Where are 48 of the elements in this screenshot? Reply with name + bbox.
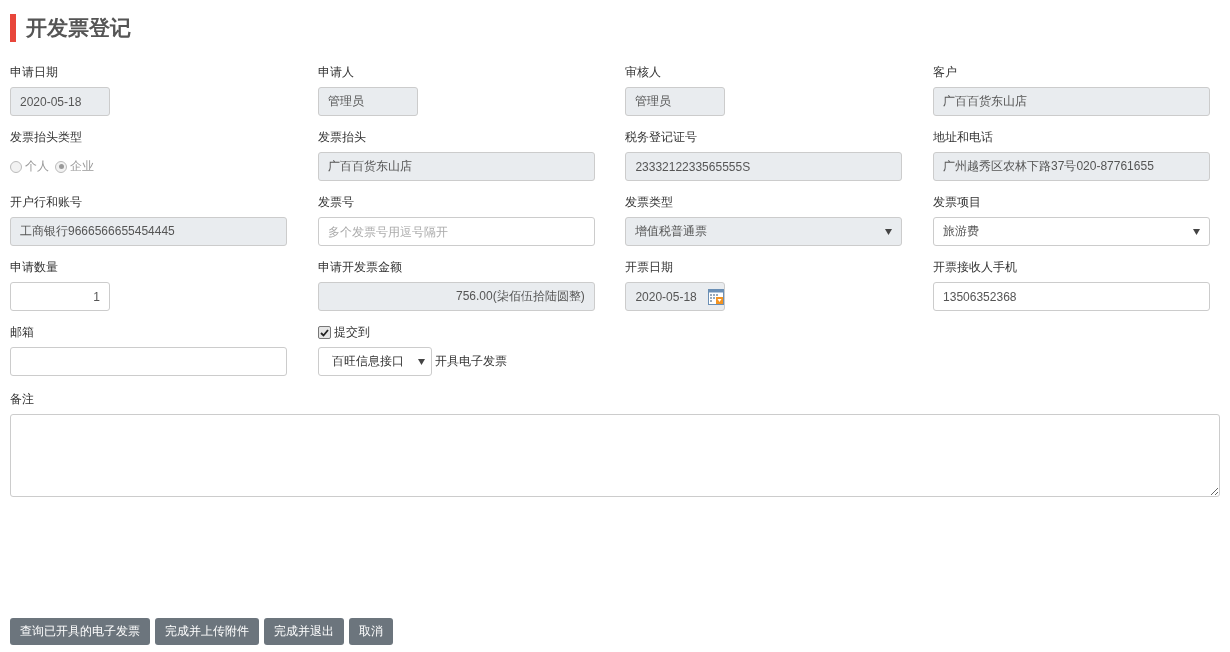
input-field[interactable]: 广州越秀区农林下路37号020-87761655 bbox=[933, 152, 1211, 181]
field-suffix: 开具电子发票 bbox=[434, 354, 507, 369]
field-label: 发票项目 bbox=[933, 195, 983, 210]
action-button[interactable]: 完成并退出 bbox=[264, 618, 344, 645]
field-label: 邮箱 bbox=[10, 325, 35, 340]
input-field[interactable]: 13506352368 bbox=[933, 282, 1211, 311]
field-label: 申请开发票金额 bbox=[317, 260, 403, 275]
field-label: 客户 bbox=[933, 65, 959, 80]
action-button[interactable]: 取消 bbox=[349, 618, 393, 645]
input-field[interactable]: 管理员 bbox=[317, 87, 418, 116]
checkmark-icon bbox=[319, 328, 329, 337]
field-label: 地址和电话 bbox=[933, 130, 995, 145]
input-field[interactable]: 2020-05-18 bbox=[10, 87, 110, 116]
field-label: 申请数量 bbox=[10, 260, 59, 275]
action-button[interactable]: 完成并上传附件 bbox=[155, 618, 259, 645]
checkbox-label: 提交到 bbox=[333, 325, 370, 340]
input-field[interactable]: 工商银行9666566655454445 bbox=[10, 217, 287, 246]
caret-icon bbox=[1193, 228, 1201, 235]
select-field[interactable]: 旅游费 bbox=[933, 217, 1211, 246]
input-field[interactable]: 1 bbox=[10, 282, 110, 311]
select-field[interactable]: 增值税普通票 bbox=[625, 217, 903, 246]
input-field[interactable]: 多个发票号用逗号隔开 bbox=[317, 217, 595, 246]
field-label: 税务登记证号 bbox=[625, 130, 699, 145]
checkbox[interactable] bbox=[317, 326, 331, 339]
field-label: 备注 bbox=[10, 392, 35, 407]
field-label: 发票抬头 bbox=[317, 130, 367, 145]
input-field[interactable]: 756.00(柒佰伍拾陆圆整) bbox=[317, 282, 595, 311]
field-label: 申请人 bbox=[317, 65, 355, 80]
action-button[interactable]: 查询已开具的电子发票 bbox=[10, 618, 150, 645]
select-field[interactable]: 百旺信息接口 bbox=[317, 347, 432, 376]
field-label: 发票类型 bbox=[625, 195, 675, 210]
caret-icon bbox=[885, 228, 893, 235]
input-field[interactable]: 管理员 bbox=[625, 87, 726, 116]
field-label: 开票接收人手机 bbox=[933, 260, 1019, 275]
field-label: 申请日期 bbox=[10, 65, 59, 80]
input-field[interactable]: 广百百货东山店 bbox=[317, 152, 595, 181]
field-label: 开票日期 bbox=[625, 260, 675, 275]
input-field[interactable]: 广百百货东山店 bbox=[933, 87, 1211, 116]
input-field[interactable] bbox=[10, 347, 287, 376]
page-title: 开发票登记 bbox=[10, 14, 1220, 42]
calendar-icon[interactable] bbox=[708, 288, 725, 305]
field-label: 审核人 bbox=[625, 65, 663, 80]
caret-icon bbox=[417, 358, 425, 365]
field-label: 发票号 bbox=[317, 195, 355, 210]
date-field[interactable]: 2020-05-18 bbox=[625, 282, 726, 311]
field-label: 开户行和账号 bbox=[10, 195, 83, 210]
field-label: 发票抬头类型 bbox=[10, 130, 83, 145]
input-field[interactable]: 2333212233565555S bbox=[625, 152, 903, 181]
